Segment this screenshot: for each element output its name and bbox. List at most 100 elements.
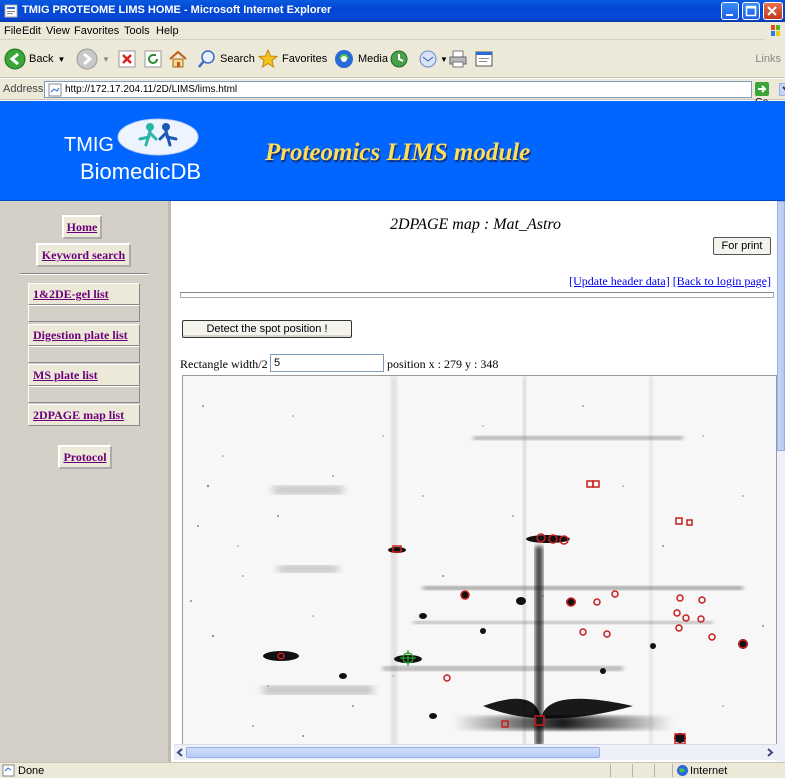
menu-bar: File Edit View Favorites Tools Help [0, 22, 785, 40]
address-label: Address [3, 83, 44, 95]
maximize-icon [745, 5, 757, 17]
links-label[interactable]: Links [755, 53, 781, 65]
media-button[interactable]: Media [333, 46, 388, 72]
vertical-scrollbar[interactable] [777, 201, 785, 762]
menu-edit[interactable]: Edit [22, 25, 41, 37]
refresh-icon [144, 50, 162, 68]
edit-page-icon [475, 51, 493, 67]
back-label: Back [29, 53, 54, 65]
refresh-button[interactable] [144, 46, 162, 72]
mail-button[interactable]: ▼ [418, 46, 448, 72]
window-title: TMIG PROTEOME LIMS HOME - Microsoft Inte… [22, 4, 332, 16]
mail-dropdown-icon[interactable]: ▼ [440, 55, 448, 64]
update-header-link[interactable]: [Update header data] [569, 274, 670, 288]
history-icon [390, 50, 408, 68]
module-title: Proteomics LIMS module [265, 139, 531, 166]
status-divider [654, 764, 655, 777]
page-icon [48, 83, 62, 97]
nav-spacer [28, 346, 140, 363]
maximize-button[interactable] [742, 2, 760, 20]
gel-image[interactable] [182, 375, 777, 748]
toolbar: Back ▼ ▼ Search Favorites Media ▼ Links [0, 40, 785, 78]
search-label: Search [220, 53, 255, 65]
windows-logo-icon [765, 22, 785, 40]
logo-text-tmig: TMIG [64, 134, 114, 156]
back-to-login-link[interactable]: [Back to login page] [673, 274, 771, 288]
back-button[interactable]: Back ▼ [4, 46, 65, 72]
star-icon [257, 48, 279, 69]
detect-spot-button[interactable]: Detect the spot position ! [182, 320, 352, 338]
menu-tools[interactable]: Tools [124, 25, 150, 37]
menu-view[interactable]: View [46, 25, 70, 37]
security-zone: Internet [690, 765, 728, 777]
nav-item-2dpage-map-list[interactable]: 2DPAGE map list [28, 404, 140, 426]
status-divider [672, 764, 673, 777]
menu-help[interactable]: Help [156, 25, 179, 37]
minimize-icon [726, 14, 733, 16]
print-button[interactable] [448, 46, 468, 72]
scroll-thumb[interactable] [777, 201, 785, 451]
for-print-button[interactable]: For print [713, 237, 771, 255]
status-text: Done [18, 765, 45, 777]
logo-text-biomedicdb: BiomedicDB [80, 159, 202, 184]
mail-icon [419, 50, 437, 68]
header-links: [Update header data] [Back to login page… [569, 274, 771, 289]
address-url: http://172.17.204.11/2D/LIMS/lims.html [65, 84, 238, 95]
back-dropdown-icon[interactable]: ▼ [57, 55, 65, 64]
scroll-thumb[interactable] [186, 747, 600, 758]
nav-separator [20, 273, 148, 275]
close-icon [767, 6, 777, 16]
browser-icon [4, 4, 18, 18]
address-input[interactable]: http://172.17.204.11/2D/LIMS/lims.html [44, 81, 785, 98]
page-done-icon [2, 764, 15, 777]
status-divider [610, 764, 611, 777]
status-divider [632, 764, 633, 777]
protocol-link[interactable]: Protocol [58, 445, 112, 469]
horizontal-scrollbar[interactable] [174, 744, 777, 760]
gel-image-svg[interactable] [183, 376, 777, 748]
media-label: Media [358, 53, 388, 65]
page-title: 2DPAGE map : Mat_Astro [389, 216, 562, 233]
scroll-left-icon[interactable] [175, 747, 185, 758]
back-arrow-icon [4, 48, 26, 70]
menu-favorites[interactable]: Favorites [74, 25, 119, 37]
search-button[interactable]: Search [197, 46, 255, 72]
nav-item-ms-plate-list[interactable]: MS plate list [28, 364, 140, 386]
nav-item-gel-list[interactable]: 1&2DE-gel list [28, 283, 140, 305]
divider [180, 292, 774, 298]
edit-button[interactable] [474, 46, 494, 72]
position-readout: position x : 279 y : 348 [387, 357, 499, 371]
house-icon [169, 50, 187, 68]
address-bar: Address http://172.17.204.11/2D/LIMS/lim… [0, 79, 785, 108]
tmig-logo-icon [117, 118, 199, 156]
main-content-frame: 2DPAGE map : Mat_Astro For print [Update… [174, 201, 777, 762]
rectangle-width-input[interactable] [270, 354, 384, 372]
forward-dropdown-icon[interactable]: ▼ [102, 55, 110, 64]
rectangle-width-label: Rectangle width/2 [180, 357, 268, 371]
page-header: TMIG BiomedicDB Proteomics LIMS module [0, 101, 785, 201]
nav-spacer [28, 386, 140, 403]
media-icon [335, 50, 353, 68]
stop-icon [118, 50, 136, 68]
forward-arrow-icon [76, 48, 98, 70]
nav-spacer [28, 305, 140, 322]
menu-file[interactable]: File [4, 25, 22, 37]
scroll-right-icon[interactable] [765, 747, 775, 758]
minimize-button[interactable] [721, 2, 739, 20]
history-button[interactable] [389, 46, 409, 72]
home-link[interactable]: Home [62, 215, 102, 239]
go-arrow-icon [755, 82, 769, 96]
search-icon [198, 50, 215, 68]
forward-button[interactable]: ▼ [76, 46, 110, 72]
status-bar: Done Internet [0, 762, 785, 778]
left-nav-frame: Home Keyword search 1&2DE-gel list Diges… [0, 201, 171, 762]
favorites-label: Favorites [282, 53, 328, 65]
printer-icon [449, 50, 467, 68]
stop-button[interactable] [118, 46, 136, 72]
globe-icon [677, 765, 688, 776]
favorites-button[interactable]: Favorites [257, 46, 327, 72]
close-button[interactable] [763, 2, 783, 20]
home-button[interactable] [168, 46, 188, 72]
keyword-search-link[interactable]: Keyword search [36, 243, 131, 267]
nav-item-digestion-plate-list[interactable]: Digestion plate list [28, 324, 140, 346]
